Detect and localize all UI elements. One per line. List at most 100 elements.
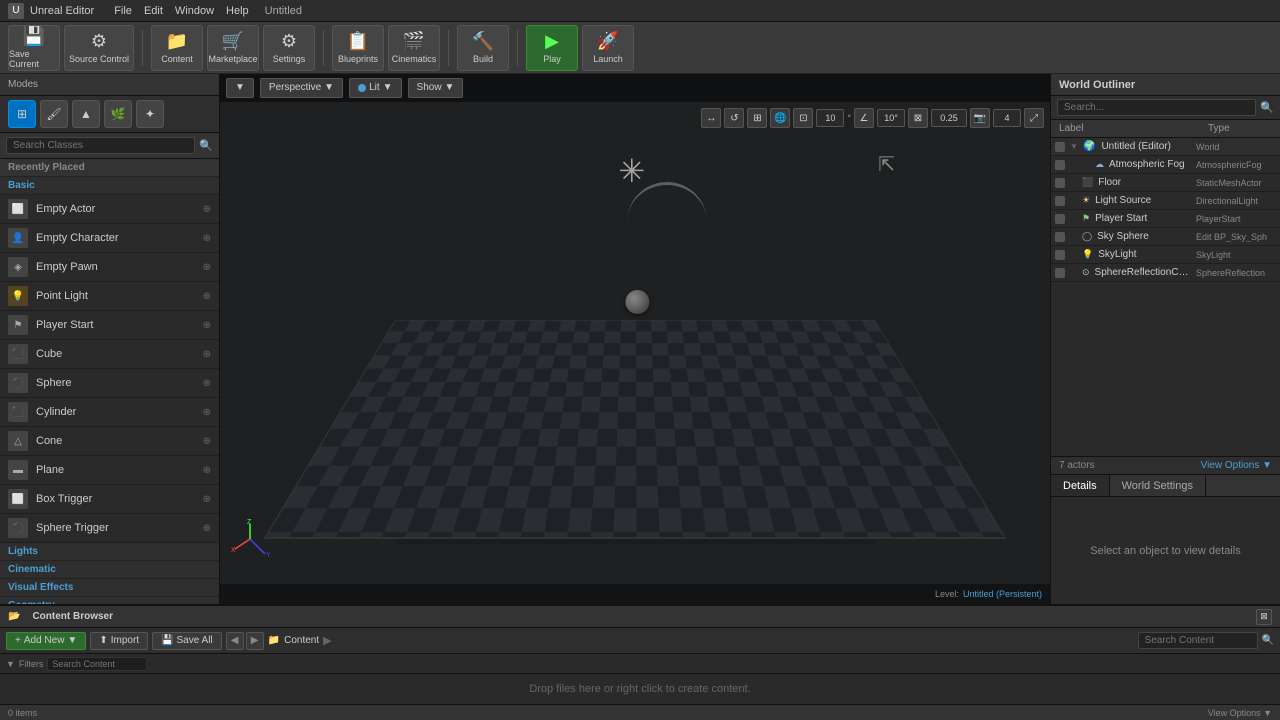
menu-window[interactable]: Window xyxy=(175,5,214,17)
recently-placed-header[interactable]: Recently Placed xyxy=(0,159,219,177)
outliner-item-atmo-fog[interactable]: ☁ Atmospheric Fog AtmosphericFog xyxy=(1051,156,1280,174)
place-item-empty-pawn[interactable]: ◈ Empty Pawn ⊕ xyxy=(0,253,219,282)
menu-help[interactable]: Help xyxy=(226,5,249,17)
geometry-category[interactable]: Geometry xyxy=(0,597,219,604)
content-button[interactable]: 📁 Content xyxy=(151,25,203,71)
cinematic-category[interactable]: Cinematic xyxy=(0,561,219,579)
viewport[interactable]: ▼ Perspective ▼ Lit ▼ Show ▼ ↔ ↺ ⊞ 🌐 ⊡ xyxy=(220,74,1050,604)
point-light-add[interactable]: ⊕ xyxy=(203,291,211,302)
outliner-item-floor[interactable]: ⬛ Floor StaticMeshActor xyxy=(1051,174,1280,192)
cb-path-content[interactable]: Content xyxy=(284,635,319,646)
cube-add[interactable]: ⊕ xyxy=(203,349,211,360)
plane-add[interactable]: ⊕ xyxy=(203,465,211,476)
settings-button[interactable]: ⚙ Settings xyxy=(263,25,315,71)
sphere-trigger-add[interactable]: ⊕ xyxy=(203,523,211,534)
place-item-cone[interactable]: △ Cone ⊕ xyxy=(0,427,219,456)
filters-dropdown-btn[interactable]: ▼ xyxy=(6,659,15,669)
marketplace-button[interactable]: 🛒 Marketplace xyxy=(207,25,259,71)
mesh-edit-btn[interactable]: ✦ xyxy=(136,100,164,128)
sphere-object[interactable] xyxy=(625,290,649,314)
cinematics-button[interactable]: 🎬 Cinematics xyxy=(388,25,440,71)
show-btn[interactable]: Show ▼ xyxy=(408,78,464,98)
place-item-sphere[interactable]: ⚫ Sphere ⊕ xyxy=(0,369,219,398)
place-item-player-start[interactable]: ⚑ Player Start ⊕ xyxy=(0,311,219,340)
filters-search-input[interactable] xyxy=(47,657,147,671)
outliner-item-light-source[interactable]: ☀ Light Source DirectionalLight xyxy=(1051,192,1280,210)
floor-object[interactable] xyxy=(395,320,875,544)
menu-file[interactable]: File xyxy=(114,5,132,17)
outliner-search-icon[interactable]: 🔍 xyxy=(1260,101,1274,114)
viewport-content[interactable]: ✳ ⇱ + ⚙ Y X Z xyxy=(220,102,1050,584)
details-tab[interactable]: Details xyxy=(1051,475,1110,496)
eye-icon-light[interactable] xyxy=(1055,196,1065,206)
view-options-btn[interactable]: View Options ▼ xyxy=(1201,460,1272,471)
add-new-label: Add New xyxy=(24,635,65,646)
build-button[interactable]: 🔨 Build xyxy=(457,25,509,71)
eye-icon-player[interactable] xyxy=(1055,214,1065,224)
landscape-mode-btn[interactable]: ▲ xyxy=(72,100,100,128)
basic-category[interactable]: Basic xyxy=(0,177,219,195)
place-item-point-light[interactable]: 💡 Point Light ⊕ xyxy=(0,282,219,311)
sphere-add[interactable]: ⊕ xyxy=(203,378,211,389)
lights-category[interactable]: Lights xyxy=(0,543,219,561)
empty-actor-add[interactable]: ⊕ xyxy=(203,204,211,215)
cb-view-options-btn[interactable]: View Options ▼ xyxy=(1208,708,1272,718)
add-new-button[interactable]: + Add New ▼ xyxy=(6,632,86,650)
eye-icon-editor[interactable] xyxy=(1055,142,1065,152)
cone-add[interactable]: ⊕ xyxy=(203,436,211,447)
cb-content-area[interactable]: Drop files here or right click to create… xyxy=(0,674,1280,704)
cb-forward-btn[interactable]: ▶ xyxy=(246,632,264,650)
search-classes-input[interactable] xyxy=(6,137,195,154)
place-item-box-trigger[interactable]: ⬜ Box Trigger ⊕ xyxy=(0,485,219,514)
place-item-plane[interactable]: ▬ Plane ⊕ xyxy=(0,456,219,485)
cb-back-btn[interactable]: ◀ xyxy=(226,632,244,650)
perspective-btn[interactable]: Perspective ▼ xyxy=(260,78,343,98)
blueprints-button[interactable]: 📋 Blueprints xyxy=(332,25,384,71)
filters-label[interactable]: Filters xyxy=(19,659,44,669)
save-current-button[interactable]: 💾 Save Current xyxy=(8,25,60,71)
outliner-search-input[interactable] xyxy=(1057,99,1256,116)
foliage-mode-btn[interactable]: 🌿 xyxy=(104,100,132,128)
outliner-item-player-start[interactable]: ⚑ Player Start PlayerStart xyxy=(1051,210,1280,228)
search-icon[interactable]: 🔍 xyxy=(199,139,213,152)
cb-search-icon[interactable]: 🔍 xyxy=(1262,635,1274,646)
eye-icon-reflect[interactable] xyxy=(1055,268,1065,278)
sky-sphere-type[interactable]: Edit BP_Sky_Sph xyxy=(1196,232,1276,242)
lit-btn[interactable]: Lit ▼ xyxy=(349,78,401,98)
paint-mode-btn[interactable]: 🖌 xyxy=(40,100,68,128)
eye-icon-skylight[interactable] xyxy=(1055,250,1065,260)
level-name-link[interactable]: Untitled (Persistent) xyxy=(963,589,1042,599)
player-start-add[interactable]: ⊕ xyxy=(203,320,211,331)
place-item-cube[interactable]: ⬛ Cube ⊕ xyxy=(0,340,219,369)
sky-sphere-label: Sky Sphere xyxy=(1097,231,1193,242)
import-button[interactable]: ⬆ Import xyxy=(90,632,148,650)
cylinder-add[interactable]: ⊕ xyxy=(203,407,211,418)
outliner-item-sphere-reflect[interactable]: ⊙ SphereReflectionCapture SphereReflecti… xyxy=(1051,264,1280,282)
save-all-button[interactable]: 💾 Save All xyxy=(152,632,222,650)
cb-lock-btn[interactable]: ⊠ xyxy=(1256,609,1272,625)
place-mode-btn[interactable]: ⊞ xyxy=(8,100,36,128)
place-item-empty-actor[interactable]: ⬜ Empty Actor ⊕ xyxy=(0,195,219,224)
outliner-item-editor[interactable]: ▼ 🌍 Untitled (Editor) World xyxy=(1051,138,1280,156)
launch-button[interactable]: 🚀 Launch xyxy=(582,25,634,71)
outliner-item-skylight[interactable]: 💡 SkyLight SkyLight xyxy=(1051,246,1280,264)
play-button[interactable]: ▶ Play xyxy=(526,25,578,71)
place-item-sphere-trigger[interactable]: ⚫ Sphere Trigger ⊕ xyxy=(0,514,219,543)
details-panel: Details World Settings Select an object … xyxy=(1051,474,1280,604)
box-trigger-add[interactable]: ⊕ xyxy=(203,494,211,505)
menu-edit[interactable]: Edit xyxy=(144,5,163,17)
eye-icon-atmo[interactable] xyxy=(1055,160,1065,170)
eye-icon-sky[interactable] xyxy=(1055,232,1065,242)
visual-effects-category[interactable]: Visual Effects xyxy=(0,579,219,597)
source-control-button[interactable]: ⚙ Source Control xyxy=(64,25,134,71)
empty-pawn-add[interactable]: ⊕ xyxy=(203,262,211,273)
world-settings-tab[interactable]: World Settings xyxy=(1110,475,1206,496)
cb-search-input[interactable] xyxy=(1138,632,1258,649)
outliner-item-sky-sphere[interactable]: ◯ Sky Sphere Edit BP_Sky_Sph xyxy=(1051,228,1280,246)
expand-icon-editor[interactable]: ▼ xyxy=(1070,142,1080,151)
eye-icon-floor[interactable] xyxy=(1055,178,1065,188)
viewport-options-btn[interactable]: ▼ xyxy=(226,78,254,98)
empty-character-add[interactable]: ⊕ xyxy=(203,233,211,244)
place-item-cylinder[interactable]: ⬛ Cylinder ⊕ xyxy=(0,398,219,427)
place-item-empty-character[interactable]: 👤 Empty Character ⊕ xyxy=(0,224,219,253)
